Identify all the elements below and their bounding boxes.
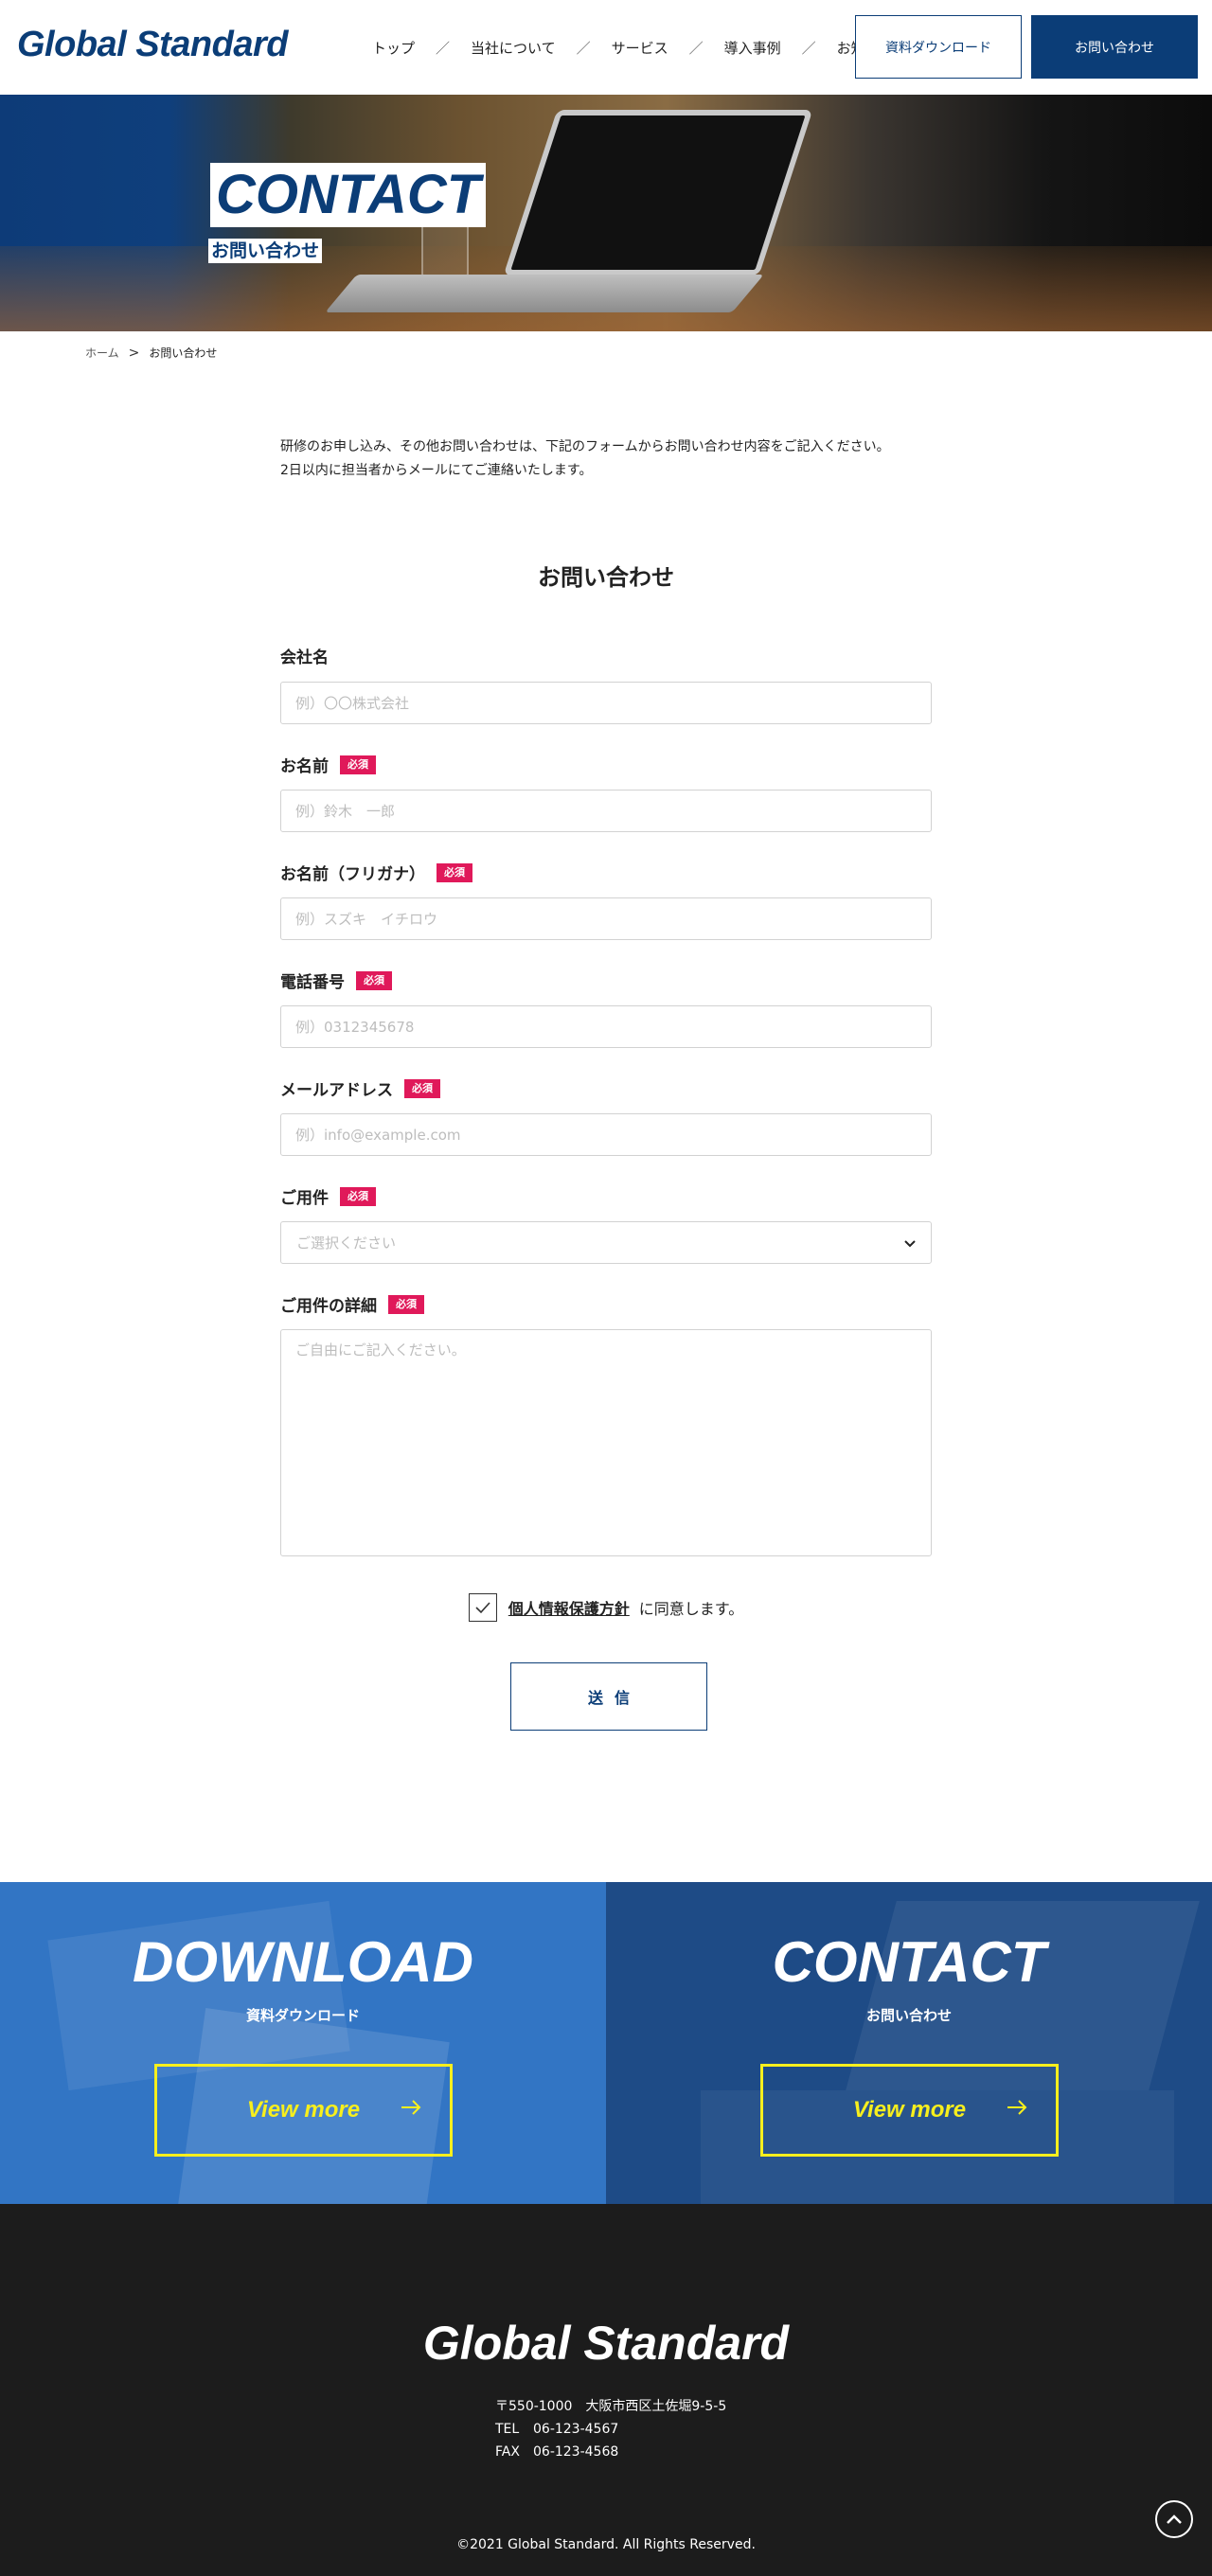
intro-text: 研修のお申し込み、その他お問い合わせは、下記のフォームからお問い合わせ内容をご記…: [280, 435, 943, 483]
download-view-more-label: View more: [246, 2097, 361, 2123]
page-title: CONTACT: [210, 163, 487, 227]
phone-input[interactable]: [280, 1005, 932, 1048]
intro-line: 2日以内に担当者からメールにてご連絡いたします。: [280, 463, 593, 478]
kana-input[interactable]: [280, 897, 932, 940]
nav-item-about[interactable]: 当社について: [471, 38, 556, 58]
subject-label-text: ご用件: [280, 1189, 329, 1208]
privacy-agreement: 個人情報保護方針 に同意します。: [0, 1593, 1212, 1622]
contact-cta-subtitle: お問い合わせ: [865, 2007, 952, 2024]
detail-textarea[interactable]: [280, 1329, 932, 1556]
intro-line: 研修のお申し込み、その他お問い合わせは、下記のフォームからお問い合わせ内容をご記…: [280, 439, 890, 454]
subject-label: ご用件 必須: [280, 1184, 376, 1208]
privacy-policy-link[interactable]: 個人情報保護方針: [508, 1596, 630, 1619]
agree-checkbox[interactable]: [468, 1593, 497, 1622]
subject-select-value: ご選択ください: [296, 1235, 397, 1252]
form-title: お問い合わせ: [538, 564, 674, 591]
breadcrumb-home[interactable]: ホーム: [85, 345, 119, 361]
required-badge: 必須: [404, 1078, 440, 1098]
main-nav: トップ ／ 当社について ／ サービス ／ 導入事例 ／ お知らせ: [372, 38, 893, 58]
site-header: Global Standard トップ ／ 当社について ／ サービス ／ 導入…: [0, 0, 1212, 95]
copyright: ©2021 Global Standard. All Rights Reserv…: [456, 2537, 756, 2552]
phone-label: 電話番号 必須: [280, 968, 392, 992]
fax-number: 06-123-4568: [533, 2444, 619, 2460]
tel-number: 06-123-4567: [533, 2422, 619, 2437]
submit-button[interactable]: 送信: [510, 1662, 707, 1731]
required-badge: 必須: [340, 755, 376, 774]
company-label-text: 会社名: [280, 648, 329, 667]
breadcrumb: ホーム > お問い合わせ: [85, 345, 217, 361]
contact-cta: CONTACT お問い合わせ View more: [606, 1882, 1212, 2204]
footer-fax: FAX 06-123-4568: [495, 2441, 726, 2463]
company-input[interactable]: [280, 682, 932, 724]
chevron-down-icon: [904, 1234, 916, 1252]
page-top-button[interactable]: [1155, 2500, 1193, 2538]
company-label: 会社名: [280, 644, 329, 667]
site-footer: Global Standard 〒550-1000 大阪市西区土佐堀9-5-5 …: [0, 2204, 1212, 2576]
nav-item-service[interactable]: サービス: [612, 38, 668, 58]
name-label: お名前 必須: [280, 753, 376, 776]
contact-view-more-label: View more: [852, 2097, 967, 2123]
detail-label-text: ご用件の詳細: [280, 1297, 377, 1316]
download-cta-title: DOWNLOAD: [133, 1930, 473, 1994]
nav-separator: ／: [576, 40, 591, 57]
download-view-more-button[interactable]: View more: [154, 2064, 453, 2157]
kana-label-text: お名前（フリガナ）: [280, 865, 425, 884]
chevron-up-icon: [1167, 2514, 1182, 2524]
tel-label: TEL: [495, 2422, 520, 2437]
download-cta-subtitle: 資料ダウンロード: [245, 2007, 360, 2024]
email-label-text: メールアドレス: [280, 1081, 393, 1100]
contact-button[interactable]: お問い合わせ: [1031, 15, 1198, 79]
breadcrumb-current: お問い合わせ: [149, 346, 218, 360]
detail-label: ご用件の詳細 必須: [280, 1292, 424, 1316]
nav-item-cases[interactable]: 導入事例: [724, 38, 781, 58]
footer-address: 〒550-1000 大阪市西区土佐堀9-5-5 TEL 06-123-4567 F…: [495, 2395, 726, 2463]
arrow-right-icon: [1007, 2100, 1027, 2115]
page-subtitle: お問い合わせ: [208, 239, 323, 263]
footer-address-line: 〒550-1000 大阪市西区土佐堀9-5-5: [495, 2399, 727, 2414]
subject-select[interactable]: ご選択ください: [280, 1221, 932, 1264]
email-label: メールアドレス 必須: [280, 1076, 440, 1100]
check-icon: [475, 1602, 490, 1614]
phone-label-text: 電話番号: [280, 973, 345, 992]
fax-label: FAX: [495, 2444, 520, 2460]
arrow-right-icon: [401, 2100, 421, 2115]
hero-laptop-base: [325, 275, 764, 312]
download-button[interactable]: 資料ダウンロード: [855, 15, 1022, 79]
hero-laptop-image: [503, 110, 813, 275]
nav-separator: ／: [688, 40, 704, 57]
nav-separator: ／: [436, 40, 451, 57]
nav-separator: ／: [801, 40, 816, 57]
kana-label: お名前（フリガナ） 必須: [280, 861, 472, 884]
download-cta: DOWNLOAD 資料ダウンロード View more: [0, 1882, 606, 2204]
name-input[interactable]: [280, 790, 932, 832]
footer-tel: TEL 06-123-4567: [495, 2418, 726, 2441]
site-logo[interactable]: Global Standard: [17, 25, 288, 65]
required-badge: 必須: [356, 970, 392, 990]
required-badge: 必須: [437, 862, 472, 882]
email-input[interactable]: [280, 1113, 932, 1156]
contact-cta-title: CONTACT: [772, 1930, 1046, 1994]
nav-item-top[interactable]: トップ: [372, 38, 415, 58]
required-badge: 必須: [388, 1294, 424, 1314]
required-badge: 必須: [340, 1186, 376, 1206]
agree-text: に同意します。: [638, 1600, 744, 1618]
breadcrumb-separator: >: [128, 345, 140, 361]
hero-banner: CONTACT お問い合わせ: [0, 95, 1212, 331]
footer-logo[interactable]: Global Standard: [0, 2316, 1212, 2371]
name-label-text: お名前: [280, 757, 329, 776]
contact-view-more-button[interactable]: View more: [760, 2064, 1059, 2157]
